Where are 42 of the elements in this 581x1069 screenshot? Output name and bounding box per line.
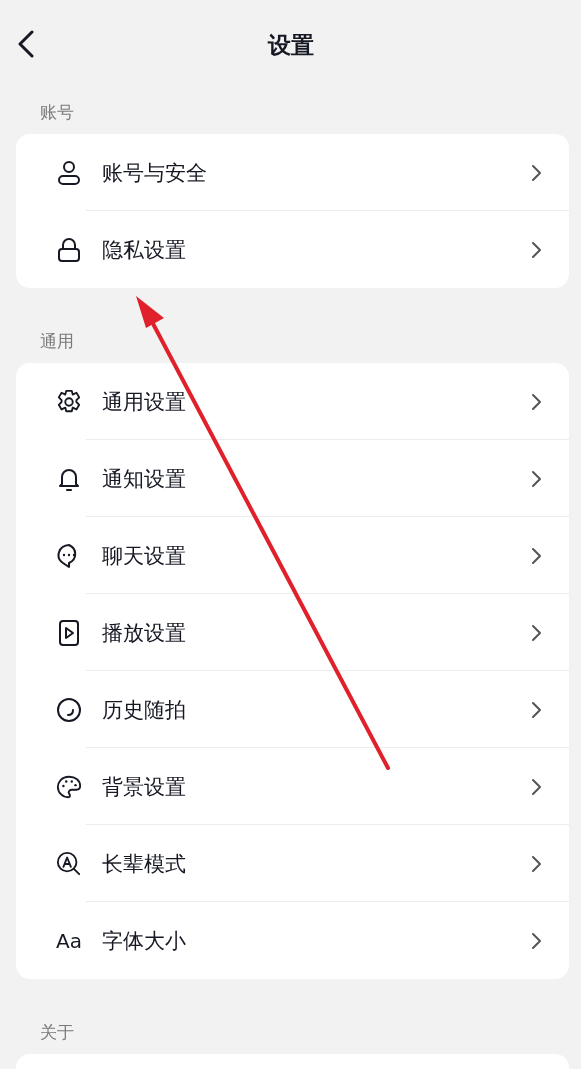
row-label: 通用设置 <box>102 388 187 416</box>
person-icon <box>57 159 81 186</box>
settings-row[interactable]: 长辈模式 <box>16 825 569 902</box>
chevron-icon <box>531 469 543 488</box>
row-label: 账号与安全 <box>102 159 208 187</box>
chevron-icon <box>531 931 543 950</box>
magnifier-icon <box>56 849 82 878</box>
chevron-icon <box>531 854 543 873</box>
section-title: 通用 <box>39 330 75 353</box>
font-size-icon: Aa <box>56 928 82 953</box>
chevron-icon <box>531 240 543 259</box>
video-icon <box>58 618 80 647</box>
section-title: 账号 <box>39 101 75 124</box>
settings-row[interactable]: 播放设置 <box>16 594 569 671</box>
row-label: 背景设置 <box>102 773 187 801</box>
page-title: 设置 <box>267 30 314 60</box>
settings-row[interactable]: 历史随拍 <box>16 671 569 748</box>
settings-row[interactable]: 聊天设置 <box>16 517 569 594</box>
settings-row[interactable]: 隐私设置 <box>16 211 569 288</box>
settings-row[interactable]: 背景设置 <box>16 748 569 825</box>
settings-row[interactable]: 账号与安全 <box>16 134 569 211</box>
palette-icon <box>56 773 82 800</box>
settings-row[interactable]: 通用设置 <box>16 363 569 440</box>
chevron-icon <box>531 392 543 411</box>
chevron-icon <box>531 700 543 719</box>
row-label: 聊天设置 <box>102 542 187 570</box>
back-icon[interactable] <box>16 30 36 58</box>
circle-icon <box>56 696 82 723</box>
settings-row[interactable]: 通知设置 <box>16 440 569 517</box>
chevron-icon <box>531 546 543 565</box>
row-label: 长辈模式 <box>102 850 187 878</box>
chevron-icon <box>531 163 543 182</box>
lock-icon <box>57 236 81 263</box>
row-label: 字体大小 <box>102 927 187 955</box>
row-label: 历史随拍 <box>102 696 187 724</box>
chevron-icon <box>531 623 543 642</box>
settings-row[interactable]: Aa 字体大小 <box>16 902 569 979</box>
row-label: 隐私设置 <box>102 236 187 264</box>
section-title: 关于 <box>39 1021 75 1044</box>
chevron-icon <box>531 777 543 796</box>
row-label: 播放设置 <box>102 619 187 647</box>
row-label: 通知设置 <box>102 465 187 493</box>
